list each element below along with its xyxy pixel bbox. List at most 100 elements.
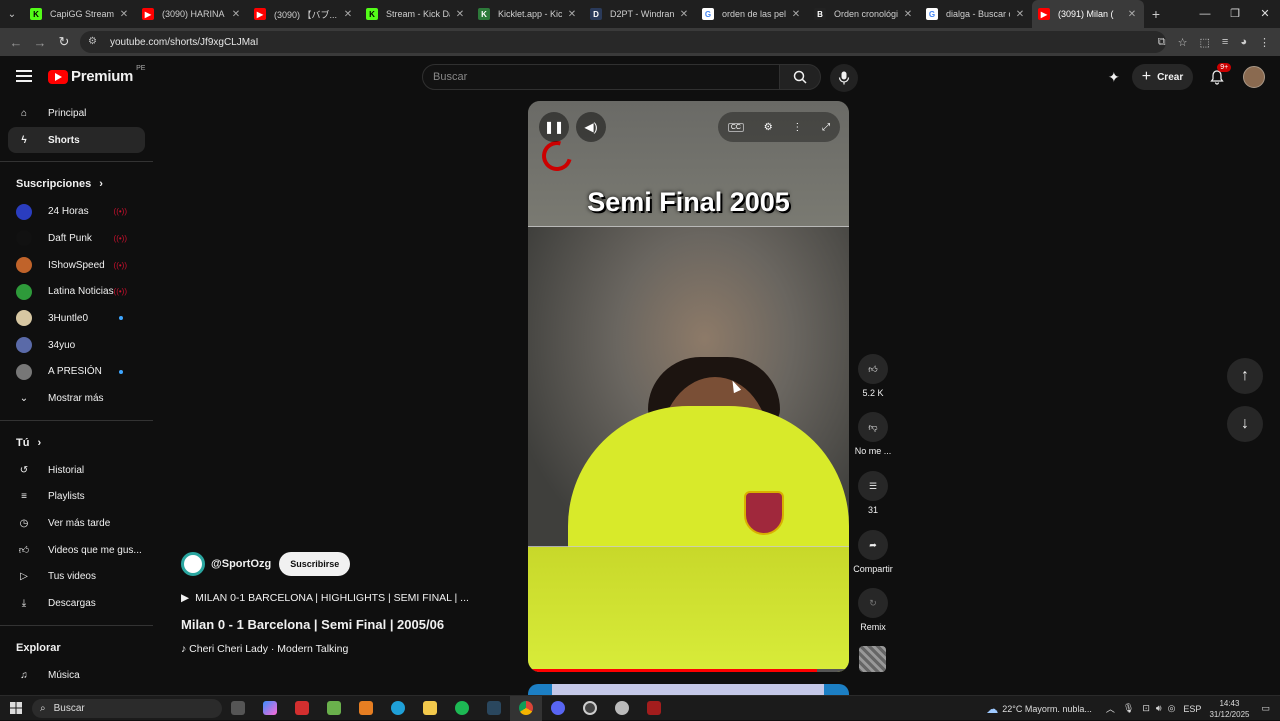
task-view-icon[interactable] bbox=[222, 696, 254, 721]
new-tab-button[interactable]: + bbox=[1144, 6, 1168, 22]
tab-close-icon[interactable]: ✕ bbox=[790, 9, 802, 20]
sidebar-item-liked[interactable]: 👍︎ Videos que me gus... bbox=[0, 537, 145, 564]
volume-tray-icon[interactable]: 🔊︎ bbox=[1156, 703, 1162, 714]
sidebar-item-playlists[interactable]: ≡ Playlists bbox=[0, 484, 145, 511]
sidebar-item-principal[interactable]: ⌂ Principal bbox=[0, 100, 145, 127]
browser-tab[interactable]: K Kicklet.app - Kick ✕ bbox=[472, 0, 584, 28]
notifications-button[interactable]: 9+ bbox=[1207, 63, 1232, 87]
extensions-icon[interactable]: ⬚ bbox=[1200, 36, 1210, 49]
tab-close-icon[interactable]: ✕ bbox=[678, 9, 690, 20]
remix-button[interactable]: ↻ Remix bbox=[848, 588, 898, 632]
next-short-button[interactable]: ↓ bbox=[1227, 406, 1263, 442]
subscribe-button[interactable]: Suscribirse bbox=[279, 552, 351, 576]
menu-hamburger-icon[interactable] bbox=[16, 70, 32, 82]
tab-close-icon[interactable]: ✕ bbox=[1126, 9, 1138, 20]
search-input[interactable]: Buscar bbox=[422, 64, 780, 90]
tab-close-icon[interactable]: ✕ bbox=[902, 9, 914, 20]
more-options-icon[interactable]: ⋮ bbox=[792, 122, 802, 133]
discord-icon[interactable] bbox=[542, 696, 574, 721]
video-title[interactable]: Milan 0 - 1 Barcelona | Semi Final | 200… bbox=[181, 617, 481, 632]
browser-tab[interactable]: ▶ (3090) HARINA - ✕ bbox=[136, 0, 248, 28]
sidebar-item-watch-later[interactable]: ◷ Ver más tarde bbox=[0, 510, 145, 537]
account-avatar[interactable] bbox=[1243, 66, 1266, 88]
browser-tab[interactable]: B Orden cronológic ✕ bbox=[808, 0, 920, 28]
forward-button[interactable]: → bbox=[28, 35, 52, 50]
close-window-button[interactable]: ✕ bbox=[1250, 0, 1280, 28]
video-description[interactable]: ▶ MILAN 0-1 BARCELONA | HIGHLIGHTS | SEMI… bbox=[181, 592, 481, 604]
browser-tab[interactable]: Gorden de las pelíc ✕ bbox=[696, 0, 808, 28]
tab-close-icon[interactable]: ✕ bbox=[118, 9, 130, 20]
browser-tab[interactable]: K Stream - Kick Das ✕ bbox=[360, 0, 472, 28]
windows-start-icon[interactable] bbox=[0, 696, 32, 721]
comments-button[interactable]: ☰ 31 bbox=[848, 471, 898, 515]
sidebar-item-history[interactable]: ↺ Historial bbox=[0, 457, 145, 484]
copilot-icon[interactable] bbox=[254, 696, 286, 721]
browser-tab[interactable]: D D2PT - Windrange ✕ bbox=[584, 0, 696, 28]
pause-button[interactable]: ❚❚ bbox=[539, 112, 569, 142]
edge-icon[interactable] bbox=[382, 696, 414, 721]
site-info-icon[interactable]: ⚙ bbox=[88, 36, 100, 48]
back-button[interactable]: ← bbox=[4, 35, 28, 50]
shorts-video-player[interactable]: Semi Final 2005 ❚❚ ◀) CC ⚙ ⋮ ⤢ bbox=[528, 101, 849, 672]
tray-app-icon[interactable]: ◎ bbox=[1168, 703, 1176, 714]
tray-chevron-icon[interactable]: ︿ bbox=[1106, 702, 1115, 715]
app-green-icon[interactable] bbox=[318, 696, 350, 721]
create-button[interactable]: + Crear bbox=[1131, 64, 1194, 90]
sidebar-subscription-item[interactable]: 24 Horas ((•)) bbox=[0, 198, 145, 225]
sound-thumbnail[interactable] bbox=[859, 646, 886, 672]
steam-icon[interactable] bbox=[478, 696, 510, 721]
sidebar-item-music[interactable]: ♫ Música bbox=[0, 662, 145, 689]
tab-close-icon[interactable]: ✕ bbox=[566, 9, 578, 20]
dota-icon[interactable] bbox=[638, 696, 670, 721]
app-orange-icon[interactable] bbox=[350, 696, 382, 721]
tab-search-chevron-icon[interactable]: ⌄ bbox=[0, 0, 24, 28]
network-icon[interactable]: ⊡ bbox=[1142, 703, 1150, 714]
show-more-button[interactable]: ⌄ Mostrar más bbox=[0, 385, 145, 412]
app-grey-icon[interactable] bbox=[606, 696, 638, 721]
settings-gear-icon[interactable]: ⚙ bbox=[764, 122, 773, 133]
sidebar-subscription-item[interactable]: A PRESIÓN bbox=[0, 359, 145, 386]
language-indicator[interactable]: ESP bbox=[1183, 704, 1201, 714]
channel-avatar[interactable] bbox=[181, 552, 205, 576]
app-circle-icon[interactable] bbox=[574, 696, 606, 721]
channel-name[interactable]: @SportOzg bbox=[211, 558, 271, 570]
tab-close-icon[interactable]: ✕ bbox=[230, 9, 242, 20]
sidebar-item-download[interactable]: ⤓ Descargas bbox=[0, 590, 145, 617]
install-app-icon[interactable]: ⧉ bbox=[1158, 36, 1166, 49]
share-button[interactable]: ➦ Compartir bbox=[848, 530, 898, 574]
you-heading[interactable]: Tú › bbox=[0, 429, 153, 457]
browser-menu-icon[interactable]: ⋮ bbox=[1259, 36, 1270, 49]
sidebar-item-shorts[interactable]: ϟ Shorts bbox=[8, 126, 145, 154]
ai-sparkle-icon[interactable]: ✦ bbox=[1108, 69, 1120, 86]
browser-tab[interactable]: ▶ (3091) Milan (✕ bbox=[1032, 0, 1144, 28]
volume-button[interactable]: ◀) bbox=[576, 112, 606, 142]
file-explorer-icon[interactable] bbox=[414, 696, 446, 721]
clock[interactable]: 14:43 31/12/2025 bbox=[1209, 698, 1249, 720]
like-button[interactable]: 👍︎ 5.2 K bbox=[848, 354, 898, 398]
voice-search-button[interactable] bbox=[830, 64, 858, 92]
browser-tab[interactable]: Gdialga - Buscar co ✕ bbox=[920, 0, 1032, 28]
previous-short-button[interactable]: ↑ bbox=[1227, 358, 1263, 394]
minimize-button[interactable]: — bbox=[1190, 0, 1220, 28]
video-progress-bar[interactable] bbox=[528, 669, 849, 672]
sidebar-subscription-item[interactable]: 3Huntle0 bbox=[0, 305, 145, 332]
dislike-button[interactable]: 👎︎ No me ... bbox=[848, 412, 898, 456]
sidebar-subscription-item[interactable]: IShowSpeed ((•)) bbox=[0, 252, 145, 279]
restore-button[interactable]: ❐ bbox=[1220, 0, 1250, 28]
search-button[interactable] bbox=[779, 64, 821, 90]
taskbar-search[interactable]: ⌕ Buscar bbox=[32, 698, 222, 718]
tab-close-icon[interactable]: ✕ bbox=[342, 9, 354, 20]
captions-icon[interactable]: CC bbox=[727, 122, 744, 132]
sidebar-item-your-videos[interactable]: ▷ Tus videos bbox=[0, 564, 145, 591]
media-control-icon[interactable]: ≡ bbox=[1222, 36, 1228, 48]
notifications-center-icon[interactable]: ▭ bbox=[1261, 703, 1270, 714]
spotify-icon[interactable] bbox=[446, 696, 478, 721]
subscriptions-heading[interactable]: Suscripciones › bbox=[0, 170, 153, 198]
tab-close-icon[interactable]: ✕ bbox=[454, 9, 466, 20]
sound-link[interactable]: ♪ Cheri Cheri Lady · Modern Talking bbox=[181, 643, 481, 655]
weather-widget[interactable]: ☁ 22°C Mayorm. nubla... bbox=[986, 702, 1092, 716]
profile-icon[interactable]: ◕ bbox=[1240, 36, 1247, 48]
mic-tray-icon[interactable]: 🎙︎ bbox=[1123, 703, 1134, 714]
bookmark-star-icon[interactable]: ☆ bbox=[1178, 36, 1188, 49]
tab-close-icon[interactable]: ✕ bbox=[1014, 9, 1026, 20]
